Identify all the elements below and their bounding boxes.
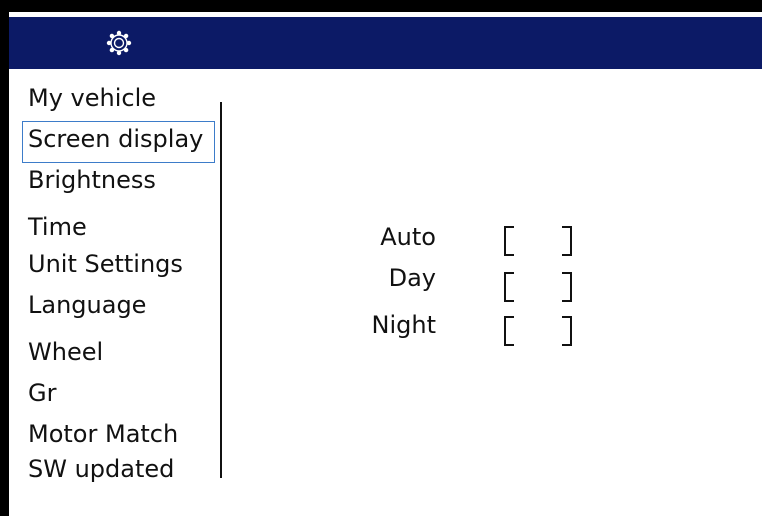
sidebar-item-gr[interactable]: Gr	[28, 379, 56, 407]
checkbox-auto[interactable]	[504, 226, 572, 258]
sidebar-item-motor-match[interactable]: Motor Match	[28, 420, 178, 448]
bracket-right	[562, 226, 572, 256]
bracket-right	[562, 316, 572, 346]
bracket-left	[504, 316, 514, 346]
option-label-day: Day	[388, 264, 436, 292]
sidebar-item-brightness[interactable]: Brightness	[28, 166, 156, 194]
sidebar-divider	[220, 102, 222, 478]
sidebar-item-language[interactable]: Language	[28, 291, 146, 319]
settings-gear-icon[interactable]	[106, 30, 132, 56]
bracket-left	[504, 226, 514, 256]
sidebar-item-time[interactable]: Time	[28, 213, 87, 241]
bracket-left	[504, 272, 514, 302]
sidebar-item-screen-display[interactable]: Screen display	[21, 121, 216, 163]
header-bar	[9, 17, 762, 69]
checkbox-night[interactable]	[504, 316, 572, 348]
option-label-night: Night	[371, 311, 436, 339]
sidebar-item-sw-updated[interactable]: SW updated	[28, 455, 174, 483]
bracket-right	[562, 272, 572, 302]
option-label-auto: Auto	[380, 223, 436, 251]
sidebar-item-my-vehicle[interactable]: My vehicle	[28, 84, 156, 112]
sidebar-item-wheel[interactable]: Wheel	[28, 338, 103, 366]
checkbox-day[interactable]	[504, 272, 572, 304]
sidebar-item-unit-settings[interactable]: Unit Settings	[28, 250, 183, 278]
